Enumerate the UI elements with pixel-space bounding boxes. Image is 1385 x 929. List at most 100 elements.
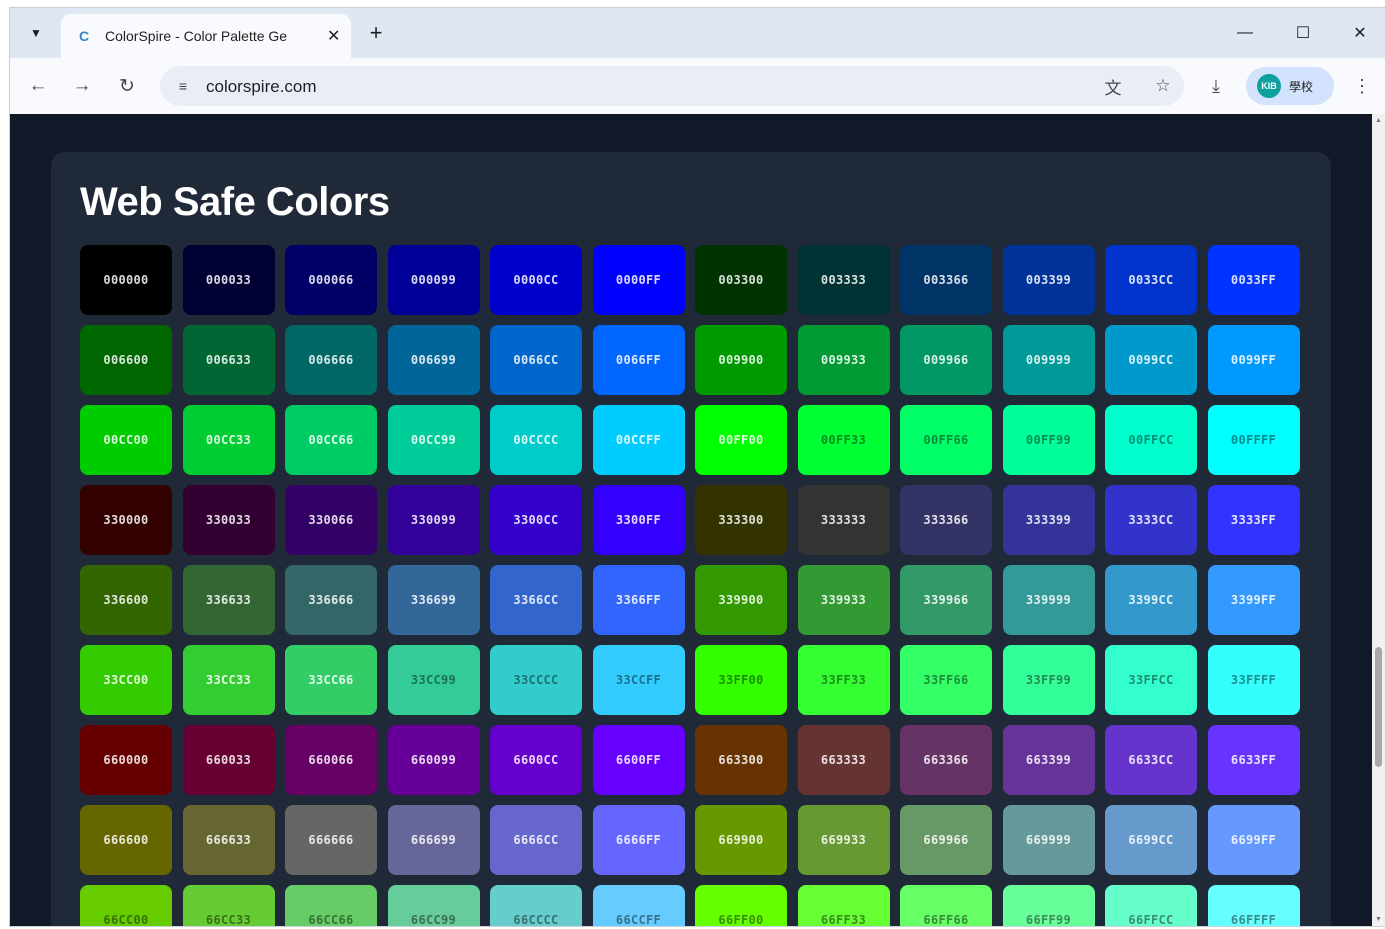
color-swatch-3300ff[interactable]: 3300FF: [592, 485, 685, 555]
minimize-icon[interactable]: —: [1225, 18, 1265, 48]
color-swatch-339933[interactable]: 339933: [797, 565, 890, 635]
scroll-down-icon[interactable]: ▼: [1375, 916, 1382, 923]
color-swatch-0099ff[interactable]: 0099FF: [1207, 325, 1300, 395]
color-swatch-330099[interactable]: 330099: [387, 485, 480, 555]
color-swatch-33ccff[interactable]: 33CCFF: [592, 645, 685, 715]
color-swatch-663300[interactable]: 663300: [695, 725, 787, 795]
site-info-icon[interactable]: ≡: [172, 75, 194, 97]
color-swatch-339966[interactable]: 339966: [900, 565, 992, 635]
address-bar[interactable]: ≡ colorspire.com 文 ☆: [160, 66, 1184, 106]
color-swatch-66cc33[interactable]: 66CC33: [182, 885, 275, 926]
profile-button[interactable]: KIB 學校: [1246, 67, 1334, 105]
forward-arrow-icon[interactable]: →: [68, 72, 96, 100]
color-swatch-00cccc[interactable]: 00CCCC: [490, 405, 582, 475]
color-swatch-3300cc[interactable]: 3300CC: [490, 485, 582, 555]
color-swatch-009966[interactable]: 009966: [900, 325, 992, 395]
color-swatch-666633[interactable]: 666633: [182, 805, 275, 875]
color-swatch-0000ff[interactable]: 0000FF: [592, 245, 685, 315]
more-vert-icon[interactable]: ⋮: [1348, 72, 1376, 100]
color-swatch-330000[interactable]: 330000: [80, 485, 172, 555]
color-swatch-006666[interactable]: 006666: [285, 325, 377, 395]
new-tab-button[interactable]: +: [362, 19, 390, 47]
color-swatch-33cc99[interactable]: 33CC99: [387, 645, 480, 715]
color-swatch-003366[interactable]: 003366: [900, 245, 992, 315]
color-swatch-009933[interactable]: 009933: [797, 325, 890, 395]
color-swatch-0099cc[interactable]: 0099CC: [1105, 325, 1197, 395]
color-swatch-6633ff[interactable]: 6633FF: [1207, 725, 1300, 795]
color-swatch-339900[interactable]: 339900: [695, 565, 787, 635]
color-swatch-000000[interactable]: 000000: [80, 245, 172, 315]
download-icon[interactable]: ⤓: [1202, 72, 1230, 100]
color-swatch-330066[interactable]: 330066: [285, 485, 377, 555]
close-icon[interactable]: ✕: [327, 26, 340, 46]
color-swatch-000033[interactable]: 000033: [182, 245, 275, 315]
color-swatch-66ff99[interactable]: 66FF99: [1002, 885, 1095, 926]
color-swatch-000099[interactable]: 000099: [387, 245, 480, 315]
color-swatch-006633[interactable]: 006633: [182, 325, 275, 395]
color-swatch-3333cc[interactable]: 3333CC: [1105, 485, 1197, 555]
color-swatch-66cccc[interactable]: 66CCCC: [490, 885, 582, 926]
color-swatch-3399cc[interactable]: 3399CC: [1105, 565, 1197, 635]
color-swatch-66cc00[interactable]: 66CC00: [80, 885, 172, 926]
color-swatch-333366[interactable]: 333366: [900, 485, 992, 555]
scrollbar-thumb[interactable]: [1375, 647, 1382, 767]
color-swatch-666666[interactable]: 666666: [285, 805, 377, 875]
color-swatch-003333[interactable]: 003333: [797, 245, 890, 315]
color-swatch-663366[interactable]: 663366: [900, 725, 992, 795]
color-swatch-33ff99[interactable]: 33FF99: [1002, 645, 1095, 715]
color-swatch-669933[interactable]: 669933: [797, 805, 890, 875]
color-swatch-33cc00[interactable]: 33CC00: [80, 645, 172, 715]
color-swatch-333399[interactable]: 333399: [1002, 485, 1095, 555]
color-swatch-00ffff[interactable]: 00FFFF: [1207, 405, 1300, 475]
back-arrow-icon[interactable]: ←: [24, 72, 52, 100]
color-swatch-006699[interactable]: 006699: [387, 325, 480, 395]
color-swatch-0000cc[interactable]: 0000CC: [490, 245, 582, 315]
color-swatch-0033ff[interactable]: 0033FF: [1207, 245, 1300, 315]
color-swatch-0066ff[interactable]: 0066FF: [592, 325, 685, 395]
color-swatch-66cc66[interactable]: 66CC66: [285, 885, 377, 926]
color-swatch-3366ff[interactable]: 3366FF: [592, 565, 685, 635]
color-swatch-33ffff[interactable]: 33FFFF: [1207, 645, 1300, 715]
color-swatch-00ff00[interactable]: 00FF00: [695, 405, 787, 475]
color-swatch-66ff00[interactable]: 66FF00: [695, 885, 787, 926]
color-swatch-00cc00[interactable]: 00CC00: [80, 405, 172, 475]
color-swatch-009999[interactable]: 009999: [1002, 325, 1095, 395]
color-swatch-00ff99[interactable]: 00FF99: [1002, 405, 1095, 475]
chevron-down-icon[interactable]: ▼: [20, 19, 52, 47]
window-close-icon[interactable]: ✕: [1340, 18, 1380, 48]
translate-icon[interactable]: 文: [1102, 75, 1124, 98]
color-swatch-6666ff[interactable]: 6666FF: [592, 805, 685, 875]
scroll-up-icon[interactable]: ▲: [1375, 117, 1382, 124]
color-swatch-3366cc[interactable]: 3366CC: [490, 565, 582, 635]
color-swatch-009900[interactable]: 009900: [695, 325, 787, 395]
color-swatch-33cccc[interactable]: 33CCCC: [490, 645, 582, 715]
color-swatch-6699ff[interactable]: 6699FF: [1207, 805, 1300, 875]
color-swatch-660033[interactable]: 660033: [182, 725, 275, 795]
color-swatch-00ff33[interactable]: 00FF33: [797, 405, 890, 475]
maximize-icon[interactable]: ☐: [1283, 18, 1323, 48]
color-swatch-339999[interactable]: 339999: [1002, 565, 1095, 635]
color-swatch-669900[interactable]: 669900: [695, 805, 787, 875]
color-swatch-66ff66[interactable]: 66FF66: [900, 885, 992, 926]
color-swatch-6600cc[interactable]: 6600CC: [490, 725, 582, 795]
color-swatch-00cc99[interactable]: 00CC99: [387, 405, 480, 475]
star-icon[interactable]: ☆: [1152, 75, 1174, 97]
color-swatch-000066[interactable]: 000066: [285, 245, 377, 315]
color-swatch-3333ff[interactable]: 3333FF: [1207, 485, 1300, 555]
color-swatch-3399ff[interactable]: 3399FF: [1207, 565, 1300, 635]
color-swatch-33ff33[interactable]: 33FF33: [797, 645, 890, 715]
reload-icon[interactable]: ↻: [113, 72, 141, 100]
color-swatch-0066cc[interactable]: 0066CC: [490, 325, 582, 395]
color-swatch-663399[interactable]: 663399: [1002, 725, 1095, 795]
color-swatch-333300[interactable]: 333300: [695, 485, 787, 555]
color-swatch-00cc66[interactable]: 00CC66: [285, 405, 377, 475]
color-swatch-6633cc[interactable]: 6633CC: [1105, 725, 1197, 795]
color-swatch-66ffcc[interactable]: 66FFCC: [1105, 885, 1197, 926]
color-swatch-66ccff[interactable]: 66CCFF: [592, 885, 685, 926]
color-swatch-006600[interactable]: 006600: [80, 325, 172, 395]
color-swatch-336633[interactable]: 336633: [182, 565, 275, 635]
color-swatch-660000[interactable]: 660000: [80, 725, 172, 795]
url-text[interactable]: colorspire.com: [206, 77, 317, 97]
color-swatch-003399[interactable]: 003399: [1002, 245, 1095, 315]
color-swatch-33cc66[interactable]: 33CC66: [285, 645, 377, 715]
